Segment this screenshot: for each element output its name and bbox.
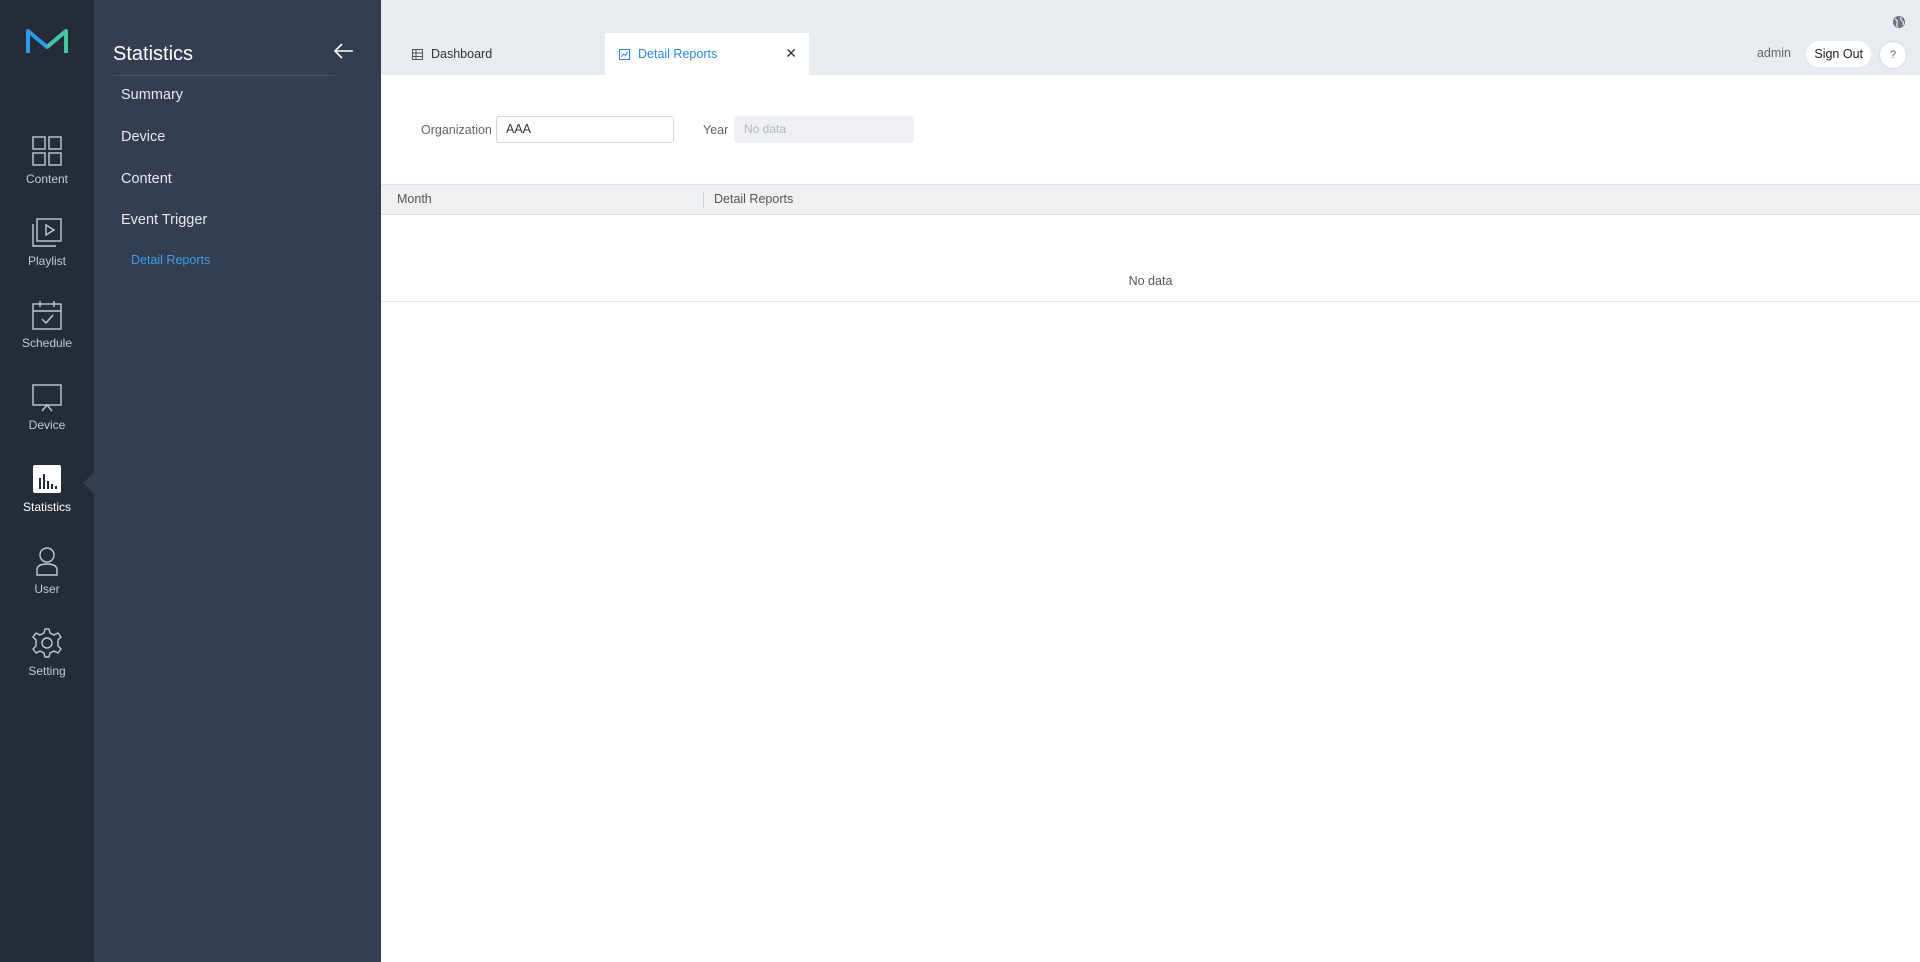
globe-icon[interactable] [1892, 15, 1906, 29]
table-empty-row: No data [381, 215, 1920, 302]
column-header-month[interactable]: Month [397, 185, 432, 214]
icon-rail: Content Playlist Schedule Device Statist… [0, 0, 94, 962]
tab-label: Detail Reports [638, 47, 718, 61]
sign-out-button[interactable]: Sign Out [1806, 41, 1871, 67]
rail-label: Setting [28, 664, 66, 678]
bar-chart-icon [33, 465, 61, 493]
tab-dashboard[interactable]: Dashboard [412, 33, 612, 75]
rail-label: User [34, 582, 60, 596]
table-header: Month Detail Reports [381, 184, 1920, 215]
username: admin [1756, 46, 1791, 60]
sidebar-title: Statistics [113, 43, 194, 65]
sidebar-item-detail-reports[interactable]: Detail Reports [131, 253, 210, 267]
organization-label: Organization [421, 123, 492, 137]
calendar-icon [32, 301, 62, 330]
year-select[interactable]: No data [734, 116, 914, 143]
rail-item-user[interactable]: User [0, 546, 94, 622]
empty-state-text: No data [1128, 274, 1173, 288]
gear-icon [32, 628, 62, 658]
sidebar-item-device[interactable]: Device [121, 129, 165, 145]
sidebar-item-event-trigger[interactable]: Event Trigger [121, 212, 207, 228]
collapse-arrow-icon[interactable] [331, 38, 357, 64]
monitor-icon [32, 384, 62, 412]
user-icon [36, 547, 58, 576]
dashboard-icon [412, 48, 423, 60]
rail-label: Statistics [22, 500, 71, 514]
column-header-detail-reports[interactable]: Detail Reports [714, 185, 793, 214]
statistics-sidebar: Statistics Summary Device Content Event … [94, 0, 381, 962]
grid-icon [32, 136, 62, 166]
rail-item-playlist[interactable]: Playlist [0, 218, 94, 294]
year-label: Year [703, 123, 729, 137]
active-indicator [83, 472, 94, 494]
rail-item-statistics[interactable]: Statistics [0, 464, 94, 540]
organization-input[interactable]: AAA [496, 116, 674, 143]
rail-item-device[interactable]: Device [0, 382, 94, 458]
rail-label: Content [25, 172, 69, 186]
playlist-icon [32, 218, 62, 247]
rail-item-content[interactable]: Content [0, 136, 94, 212]
top-bar: Dashboard Detail Reports ✕ admin Sign Ou… [381, 0, 1920, 75]
close-icon[interactable]: ✕ [785, 46, 797, 60]
app-logo-icon[interactable] [25, 26, 69, 56]
rail-item-setting[interactable]: Setting [0, 628, 94, 704]
rail-item-schedule[interactable]: Schedule [0, 300, 94, 376]
sidebar-item-content[interactable]: Content [121, 171, 172, 187]
tab-detail-reports[interactable]: Detail Reports ✕ [605, 33, 809, 75]
rail-label: Schedule [21, 336, 73, 350]
column-divider [703, 192, 704, 208]
sidebar-divider [113, 75, 335, 76]
rail-label: Device [28, 418, 66, 432]
tab-label: Dashboard [431, 47, 493, 61]
rail-label: Playlist [27, 254, 66, 268]
report-icon [619, 48, 630, 60]
sidebar-item-summary[interactable]: Summary [121, 87, 183, 103]
help-button[interactable]: ? [1879, 41, 1907, 69]
